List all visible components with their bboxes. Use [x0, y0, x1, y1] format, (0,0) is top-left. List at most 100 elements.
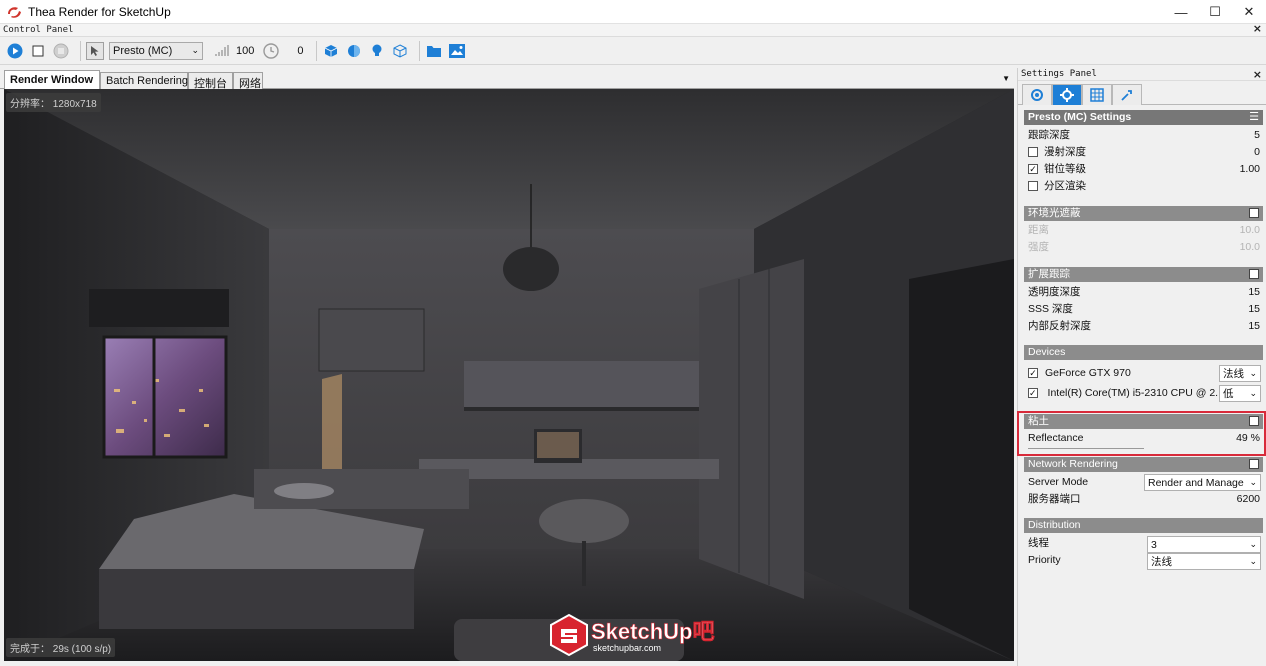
- region-render-checkbox[interactable]: [1028, 181, 1038, 191]
- folder-icon[interactable]: [425, 42, 443, 60]
- wireframe-cube-icon[interactable]: [391, 42, 409, 60]
- render-status-label: 完成于： 29s (100 s/p): [6, 638, 116, 657]
- transparency-depth-value[interactable]: 15: [1248, 284, 1260, 300]
- tab-console[interactable]: 控制台: [188, 72, 233, 90]
- pause-icon[interactable]: [52, 42, 70, 60]
- distribution-header: Distribution: [1024, 518, 1263, 533]
- presto-settings-header: Presto (MC) Settings ☰: [1024, 110, 1263, 125]
- ao-intensity-label: 强度: [1028, 241, 1049, 253]
- time-value: 0: [297, 44, 304, 57]
- cpu-device-label: Intel(R) Core(TM) i5-2310 CPU @ 2....: [1047, 387, 1220, 399]
- minimize-button[interactable]: —: [1164, 0, 1198, 24]
- diffuse-depth-checkbox[interactable]: [1028, 147, 1038, 157]
- region-select-icon[interactable]: [86, 41, 104, 60]
- sss-depth-value[interactable]: 15: [1248, 301, 1260, 317]
- chevron-down-icon: ⌄: [1249, 477, 1257, 487]
- rendered-bedroom-image: [4, 89, 1014, 661]
- tab-refresh[interactable]: [1022, 84, 1052, 105]
- devices-header: Devices: [1024, 345, 1263, 360]
- settings-tab-strip: [1018, 81, 1266, 105]
- clamp-level-label: 钳位等级: [1044, 163, 1086, 175]
- ao-intensity-row: 强度 10.0: [1028, 239, 1260, 255]
- cube-icon[interactable]: [322, 42, 340, 60]
- threads-label: 线程: [1028, 537, 1049, 549]
- control-panel-title: Control Panel: [3, 25, 74, 35]
- clock-icon: [262, 42, 280, 60]
- trace-depth-value[interactable]: 5: [1254, 127, 1260, 143]
- clamp-level-row: ✓ 钳位等级 1.00: [1028, 161, 1260, 177]
- ao-distance-row: 距离 10.0: [1028, 222, 1260, 238]
- priority-select[interactable]: 法线 ⌄: [1147, 553, 1261, 570]
- priority-label: Priority: [1028, 554, 1061, 566]
- sketchupbar-logo-icon: SketchUp吧 sketchupbar.com: [550, 613, 715, 657]
- region-render-row: 分区渲染: [1028, 178, 1260, 194]
- clamp-level-value[interactable]: 1.00: [1240, 161, 1260, 177]
- diffuse-depth-value[interactable]: 0: [1254, 144, 1260, 160]
- stop-icon[interactable]: [29, 42, 47, 60]
- highlight-box: [1017, 411, 1266, 456]
- extended-tracing-header: 扩展跟踪 ✓: [1024, 267, 1263, 282]
- toolbar-separator: [316, 40, 318, 61]
- tab-texture[interactable]: [1082, 84, 1112, 105]
- gpu-priority-select[interactable]: 法线 ⌄: [1219, 365, 1261, 382]
- trace-depth-label: 跟踪深度: [1028, 129, 1070, 141]
- tab-tools[interactable]: [1112, 84, 1142, 105]
- diffuse-depth-label: 漫射深度: [1044, 146, 1086, 158]
- tab-render-window[interactable]: Render Window: [4, 70, 100, 89]
- resolution-label: 分辨率： 1280x718: [6, 93, 101, 112]
- gpu-device-checkbox[interactable]: ✓: [1028, 368, 1038, 378]
- tab-dropdown-icon[interactable]: ▼: [1002, 74, 1010, 83]
- toolbar-separator: [419, 40, 421, 61]
- close-button[interactable]: ✕: [1232, 0, 1266, 24]
- grid-icon: [1090, 88, 1104, 102]
- render-mode-value: Presto (MC): [113, 44, 173, 57]
- server-mode-select[interactable]: Render and Manage ⌄: [1144, 474, 1261, 491]
- refresh-icon: [1031, 89, 1043, 101]
- ao-intensity-value: 10.0: [1239, 241, 1260, 253]
- render-viewport[interactable]: 分辨率： 1280x718 完成于： 29s (100 s/p): [4, 89, 1014, 661]
- server-port-value[interactable]: 6200: [1237, 491, 1260, 507]
- internal-reflection-row: 内部反射深度 15: [1028, 318, 1260, 334]
- tab-batch-rendering[interactable]: Batch Rendering: [100, 72, 188, 89]
- toolbar: Presto (MC) ⌄ 100 0: [0, 37, 1266, 65]
- control-panel-close-button[interactable]: ×: [1253, 23, 1262, 35]
- watermark-url: sketchupbar.com: [593, 643, 661, 653]
- clamp-level-checkbox[interactable]: ✓: [1028, 164, 1038, 174]
- threads-select[interactable]: 3 ⌄: [1147, 536, 1261, 553]
- transparency-depth-row: 透明度深度 15: [1028, 284, 1260, 300]
- samples-icon: [213, 42, 231, 60]
- menu-icon[interactable]: ☰: [1249, 110, 1259, 125]
- samples-value: 100: [236, 44, 255, 57]
- thea-logo-icon: [8, 6, 21, 18]
- sss-depth-label: SSS 深度: [1028, 303, 1073, 315]
- settings-panel-title: Settings Panel: [1021, 69, 1097, 79]
- render-tab-strip: Render Window Batch Rendering 控制台 网络 ▼: [0, 70, 1014, 90]
- tab-network[interactable]: 网络: [233, 72, 263, 90]
- settings-panel-close-button[interactable]: ×: [1253, 68, 1262, 81]
- tab-render-settings[interactable]: [1052, 84, 1082, 105]
- environment-icon[interactable]: [345, 42, 363, 60]
- render-mode-select[interactable]: Presto (MC) ⌄: [109, 41, 203, 60]
- gpu-device-label: GeForce GTX 970: [1045, 367, 1131, 379]
- light-bulb-icon[interactable]: [368, 42, 386, 60]
- internal-reflection-value[interactable]: 15: [1248, 318, 1260, 334]
- sketchupbar-watermark: SketchUp吧 sketchupbar.com: [549, 613, 719, 658]
- cpu-priority-select[interactable]: 低 ⌄: [1219, 385, 1261, 402]
- chevron-down-icon: ⌄: [191, 45, 199, 55]
- server-mode-label: Server Mode: [1028, 476, 1089, 488]
- chevron-down-icon: ⌄: [1249, 388, 1257, 398]
- play-icon[interactable]: [6, 42, 24, 60]
- cpu-device-checkbox[interactable]: ✓: [1028, 388, 1038, 398]
- transparency-depth-label: 透明度深度: [1028, 286, 1081, 298]
- ao-distance-label: 距离: [1028, 224, 1049, 236]
- internal-reflection-label: 内部反射深度: [1028, 320, 1091, 332]
- network-rendering-checkbox[interactable]: [1249, 459, 1259, 469]
- watermark-logo-text: SketchUp吧: [591, 619, 714, 644]
- save-image-icon[interactable]: [448, 42, 466, 60]
- chevron-down-icon: ⌄: [1249, 368, 1257, 378]
- window-title: Thea Render for SketchUp: [28, 4, 171, 19]
- extended-tracing-checkbox[interactable]: ✓: [1249, 269, 1259, 279]
- ao-checkbox[interactable]: [1249, 208, 1259, 218]
- maximize-button[interactable]: ☐: [1198, 0, 1232, 24]
- trace-depth-row: 跟踪深度 5: [1028, 127, 1260, 143]
